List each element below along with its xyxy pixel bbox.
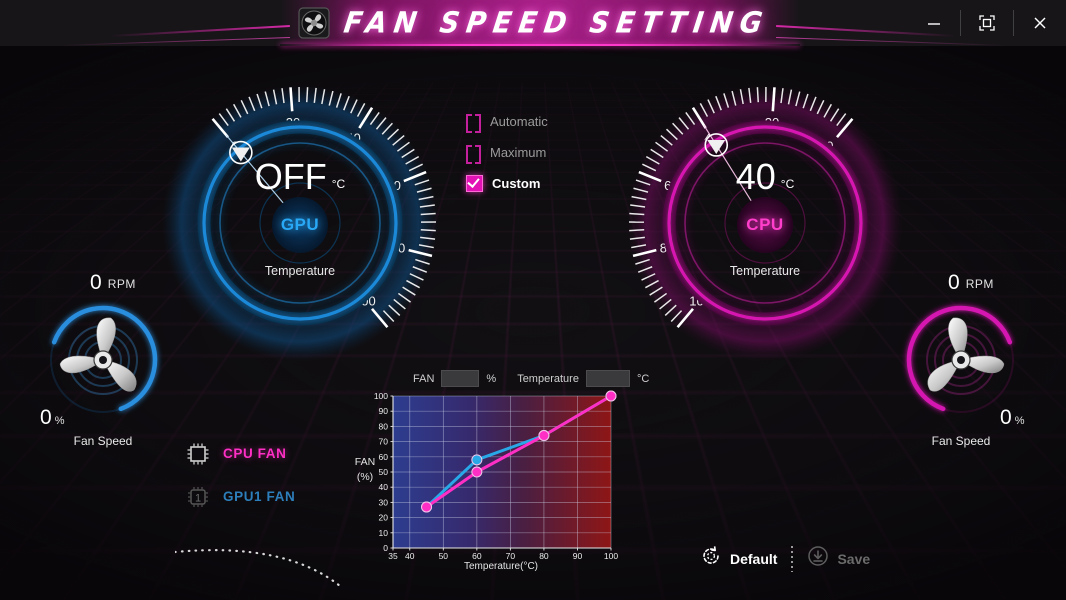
gpu-temperature-gauge[interactable]: 020406080100 OFF °C GPU Temperature (155, 78, 445, 368)
fan-curve-chart[interactable]: 35 40 50 60 70 80 90 100 0 10 20 30 40 50 60 70 80 90 100… (345, 388, 655, 578)
window-controls (908, 0, 1066, 46)
minimize-button[interactable] (908, 0, 960, 46)
fan-selector-list: CPU FAN 1 GPU1 FAN (185, 432, 295, 518)
svg-text:50: 50 (439, 551, 449, 561)
fan-input-unit: % (486, 373, 496, 385)
curve-point-inputs: FAN % Temperature °C (413, 370, 649, 387)
chart-y-axis-title-line2: (%) (347, 470, 383, 485)
fan-mode-group: Automatic Maximum Custom (466, 106, 586, 199)
chart-y-axis-title: FAN (%) (347, 455, 383, 485)
refresh-icon (700, 545, 722, 572)
gpu-gauge-caption: Temperature (155, 264, 445, 278)
left-fan-rpm-value: 0 (90, 272, 102, 293)
cpu-chip-label: CPU (737, 197, 793, 253)
left-fan-rpm: 0 RPM (90, 272, 136, 293)
maximize-icon (978, 14, 996, 32)
custom-checkbox-icon[interactable] (466, 175, 483, 192)
temperature-input-unit: °C (637, 373, 649, 385)
left-fan-percent-value: 0 (40, 407, 52, 428)
svg-text:70: 70 (506, 551, 516, 561)
svg-text:80: 80 (379, 421, 389, 431)
fan-input-field[interactable] (441, 370, 479, 387)
gpu-temp-value: OFF (255, 159, 327, 195)
svg-text:0: 0 (383, 543, 388, 553)
mode-label-custom: Custom (492, 176, 540, 191)
right-fan-rpm-value: 0 (948, 272, 960, 293)
gpu-chip-icon: 1 (185, 484, 211, 510)
cpu-gauge-caption: Temperature (620, 264, 910, 278)
right-fan-rpm-unit: RPM (966, 277, 994, 293)
cpu-chip-icon (185, 441, 211, 467)
fan-speed-setting-window: FAN SPEED SETTING 20 40 60 80 100 OFF °C… (0, 0, 1066, 600)
gpu-chip-label: GPU (272, 197, 328, 253)
download-icon (807, 545, 829, 572)
svg-text:30: 30 (379, 497, 389, 507)
svg-text:100: 100 (374, 391, 388, 401)
svg-text:100: 100 (604, 551, 618, 561)
fan-logo-icon (298, 7, 330, 39)
action-buttons: Default Save (700, 545, 870, 572)
gpu-fan-widget: 0 RPM 0 % Fan Speed (18, 272, 188, 462)
fan-list-label-cpu: CPU FAN (223, 446, 286, 461)
automatic-checkbox-icon[interactable] (466, 114, 481, 129)
left-fan-rpm-unit: RPM (108, 277, 136, 293)
svg-text:80: 80 (539, 551, 549, 561)
button-separator (791, 546, 793, 572)
svg-text:1: 1 (195, 492, 201, 504)
minimize-icon (926, 15, 942, 31)
temperature-input-field[interactable] (586, 370, 630, 387)
maximize-button[interactable] (961, 0, 1013, 46)
fan-list-item-cpu[interactable]: CPU FAN (185, 432, 295, 475)
svg-text:40: 40 (405, 551, 415, 561)
cpu-fan-widget: 0 RPM 0 % Fan Speed (876, 272, 1046, 462)
maximum-checkbox-icon[interactable] (466, 145, 481, 160)
svg-text:35: 35 (388, 551, 398, 561)
chart-y-axis-title-line1: FAN (347, 455, 383, 470)
title-group: FAN SPEED SETTING (0, 0, 1066, 46)
window-title: FAN SPEED SETTING (341, 6, 771, 39)
svg-text:70: 70 (379, 437, 389, 447)
mode-option-custom[interactable]: Custom (466, 168, 586, 199)
fan-list-item-gpu1[interactable]: 1 GPU1 FAN (185, 475, 295, 518)
svg-text:90: 90 (573, 551, 583, 561)
close-button[interactable] (1014, 0, 1066, 46)
right-fan-rpm: 0 RPM (948, 272, 994, 293)
cpu-temp-value: 40 (736, 159, 776, 195)
close-icon (1032, 15, 1048, 31)
temperature-input-label: Temperature (517, 373, 579, 385)
mode-label-automatic: Automatic (490, 114, 548, 129)
left-fan-label: Fan Speed (18, 434, 188, 448)
fan-curve-plot[interactable]: 35 40 50 60 70 80 90 100 0102030405060708090100 (345, 388, 655, 578)
left-fan-percent-unit: % (55, 415, 65, 428)
svg-text:20: 20 (379, 513, 389, 523)
mode-option-automatic[interactable]: Automatic (466, 106, 586, 137)
save-button-label: Save (837, 551, 870, 567)
title-bar: FAN SPEED SETTING (0, 0, 1066, 46)
right-fan-percent-unit: % (1015, 415, 1025, 428)
cpu-temperature-gauge[interactable]: 020406080100 40 °C CPU Temperature (620, 78, 910, 368)
gpu-temp-unit: °C (332, 177, 345, 195)
svg-text:10: 10 (379, 528, 389, 538)
cpu-temp-unit: °C (781, 177, 794, 195)
save-button[interactable]: Save (807, 545, 870, 572)
right-fan-label: Fan Speed (876, 434, 1046, 448)
fan-input-label: FAN (413, 373, 434, 385)
mode-option-maximum[interactable]: Maximum (466, 137, 586, 168)
right-fan-percent: 0 % (1000, 407, 1024, 428)
default-button-label: Default (730, 551, 777, 567)
svg-text:60: 60 (472, 551, 482, 561)
default-button[interactable]: Default (700, 545, 777, 572)
left-fan-percent: 0 % (40, 407, 64, 428)
right-fan-percent-value: 0 (1000, 407, 1012, 428)
fan-list-label-gpu1: GPU1 FAN (223, 489, 295, 504)
svg-text:90: 90 (379, 406, 389, 416)
chart-x-axis-title: Temperature(°C) (393, 561, 609, 572)
mode-label-maximum: Maximum (490, 145, 546, 160)
